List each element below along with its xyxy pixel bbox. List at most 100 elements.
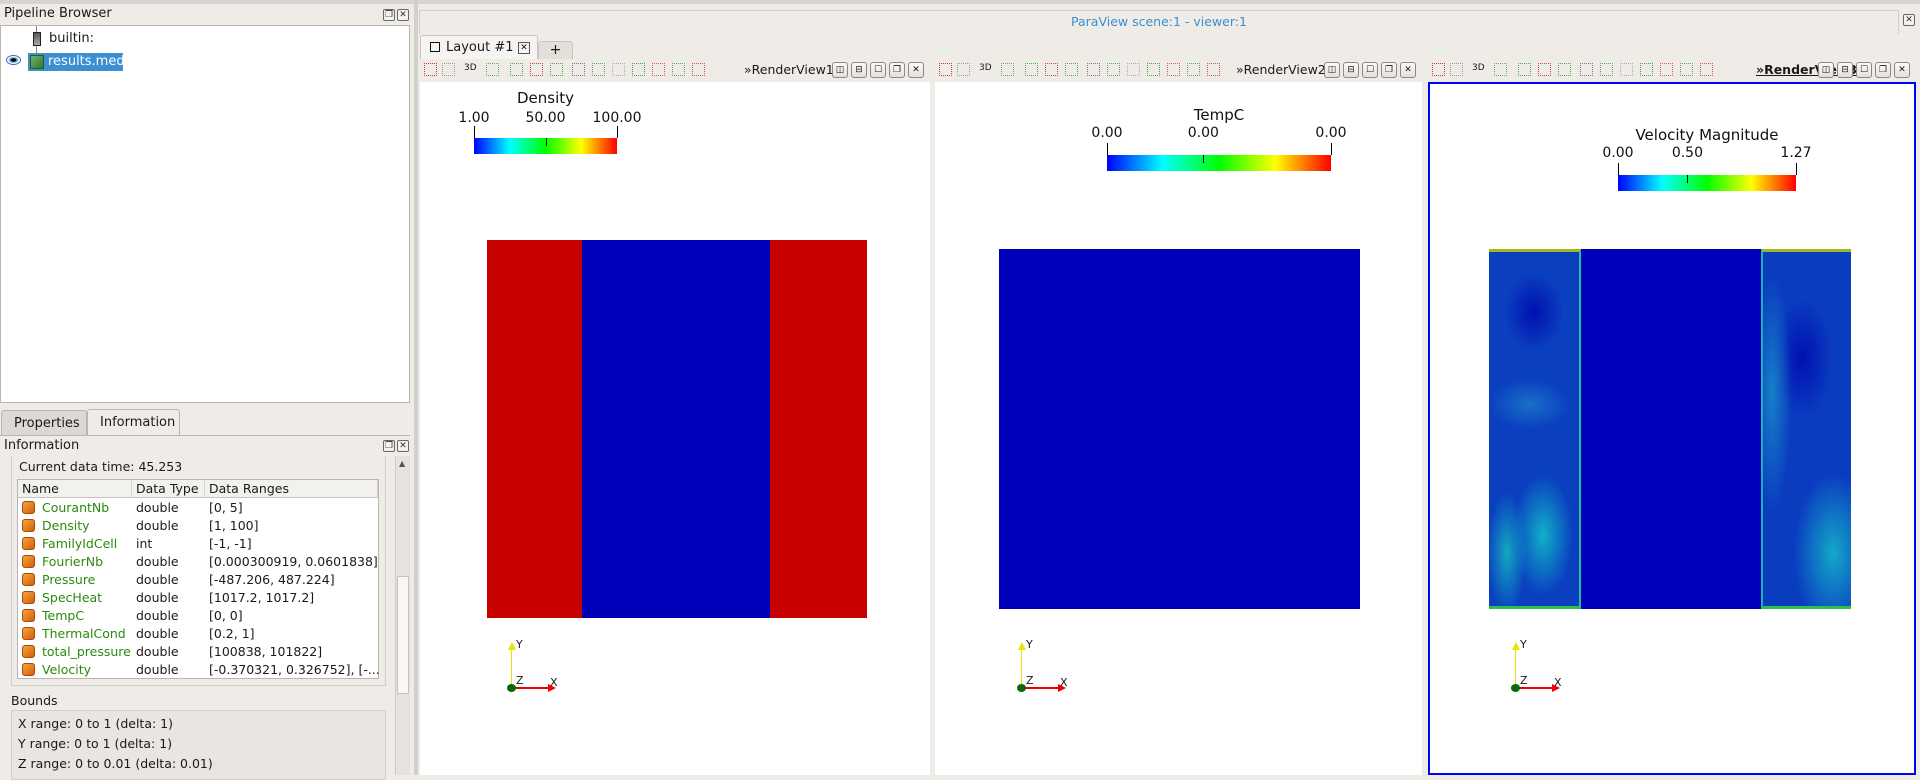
data-arrays-table[interactable]: Name Data Type Data Ranges CourantNb dou… bbox=[17, 479, 380, 679]
maximize-icon[interactable]: ☐ bbox=[1362, 62, 1378, 78]
clear-selection-icon[interactable] bbox=[692, 63, 705, 76]
select-points-icon[interactable] bbox=[530, 63, 543, 76]
tab-layout-1[interactable]: Layout #1 ✕ bbox=[420, 35, 538, 59]
information-title: Information bbox=[4, 438, 80, 453]
select-block-icon[interactable] bbox=[1558, 63, 1571, 76]
split-vertical-icon[interactable]: ⊟ bbox=[1837, 62, 1853, 78]
hover-cells-icon[interactable] bbox=[1187, 63, 1200, 76]
table-row[interactable]: CourantNb double [0, 5] bbox=[18, 499, 378, 517]
capture-icon[interactable] bbox=[1494, 63, 1507, 76]
select-points-icon[interactable] bbox=[1538, 63, 1551, 76]
tab-information[interactable]: Information bbox=[87, 409, 180, 436]
array-type: int bbox=[136, 536, 153, 551]
tree-item-label: results.med bbox=[48, 54, 125, 69]
table-row[interactable]: total_pressure double [100838, 101822] bbox=[18, 643, 378, 661]
hover-points-icon[interactable] bbox=[652, 63, 665, 76]
table-row[interactable]: FourierNb double [0.000300919, 0.0601838… bbox=[18, 553, 378, 571]
column-header-ranges[interactable]: Data Ranges bbox=[205, 480, 378, 498]
undock-icon[interactable]: ❐ bbox=[889, 62, 905, 78]
select-cells-icon[interactable] bbox=[1518, 63, 1531, 76]
close-icon[interactable]: ✕ bbox=[397, 440, 409, 452]
tab-properties[interactable]: Properties bbox=[1, 410, 87, 435]
split-horizontal-icon[interactable]: ◫ bbox=[1818, 62, 1834, 78]
select-cells-icon[interactable] bbox=[1025, 63, 1038, 76]
close-view-icon[interactable]: ✕ bbox=[1894, 62, 1910, 78]
polygon-select-icon[interactable] bbox=[1127, 63, 1140, 76]
y-axis-label: Y bbox=[1520, 638, 1527, 651]
hover-cells-icon[interactable] bbox=[1680, 63, 1693, 76]
close-view-icon[interactable]: ✕ bbox=[1400, 62, 1416, 78]
frustum-points-icon[interactable] bbox=[1107, 63, 1120, 76]
tree-item-results-med[interactable]: results.med bbox=[28, 53, 125, 71]
split-vertical-icon[interactable]: ⊟ bbox=[1343, 62, 1359, 78]
colorbar[interactable] bbox=[1107, 155, 1331, 171]
eye-icon[interactable] bbox=[6, 55, 21, 65]
toggle-3d-button[interactable]: 3D bbox=[464, 63, 477, 73]
column-header-type[interactable]: Data Type bbox=[132, 480, 205, 498]
array-name: Density bbox=[42, 518, 90, 533]
float-icon[interactable]: ❐ bbox=[383, 9, 395, 21]
close-icon[interactable]: ✕ bbox=[397, 9, 409, 21]
colorbar[interactable] bbox=[1618, 175, 1796, 191]
close-tab-icon[interactable]: ✕ bbox=[518, 42, 530, 54]
reset-camera-icon[interactable] bbox=[424, 63, 437, 76]
frustum-cells-icon[interactable] bbox=[1087, 63, 1100, 76]
hover-cells-icon[interactable] bbox=[672, 63, 685, 76]
close-viewer-icon[interactable]: ✕ bbox=[1903, 14, 1915, 26]
interactive-select-icon[interactable] bbox=[1147, 63, 1160, 76]
frustum-points-icon[interactable] bbox=[592, 63, 605, 76]
maximize-icon[interactable]: ☐ bbox=[870, 62, 886, 78]
split-horizontal-icon[interactable]: ◫ bbox=[832, 62, 848, 78]
array-type: double bbox=[136, 500, 179, 515]
select-points-icon[interactable] bbox=[1045, 63, 1058, 76]
close-view-icon[interactable]: ✕ bbox=[908, 62, 924, 78]
view-name[interactable]: »RenderView1 bbox=[744, 62, 834, 77]
capture-icon[interactable] bbox=[1001, 63, 1014, 76]
mesh-surface bbox=[999, 249, 1360, 609]
reset-camera-icon[interactable] bbox=[1432, 63, 1445, 76]
capture-icon[interactable] bbox=[486, 63, 499, 76]
undock-icon[interactable]: ❐ bbox=[1875, 62, 1891, 78]
table-row[interactable]: ThermalCond double [0.2, 1] bbox=[18, 625, 378, 643]
frustum-points-icon[interactable] bbox=[1600, 63, 1613, 76]
frustum-cells-icon[interactable] bbox=[1580, 63, 1593, 76]
toggle-3d-button[interactable]: 3D bbox=[1472, 63, 1485, 73]
interactive-select-icon[interactable] bbox=[1640, 63, 1653, 76]
scrollbar-thumb[interactable] bbox=[397, 576, 409, 694]
undock-icon[interactable]: ❐ bbox=[1381, 62, 1397, 78]
frustum-cells-icon[interactable] bbox=[572, 63, 585, 76]
polygon-select-icon[interactable] bbox=[612, 63, 625, 76]
select-block-icon[interactable] bbox=[550, 63, 563, 76]
table-row[interactable]: FamilyIdCell int [-1, -1] bbox=[18, 535, 378, 553]
hover-points-icon[interactable] bbox=[1167, 63, 1180, 76]
table-row[interactable]: Pressure double [-487.206, 487.224] bbox=[18, 571, 378, 589]
select-cells-icon[interactable] bbox=[510, 63, 523, 76]
tree-item-builtin[interactable]: builtin: bbox=[49, 31, 94, 46]
split-vertical-icon[interactable]: ⊟ bbox=[851, 62, 867, 78]
array-range: [1, 100] bbox=[209, 518, 259, 533]
interact-icon[interactable] bbox=[442, 63, 455, 76]
float-icon[interactable]: ❐ bbox=[383, 440, 395, 452]
column-header-name[interactable]: Name bbox=[18, 480, 132, 498]
toggle-3d-button[interactable]: 3D bbox=[979, 63, 992, 73]
table-row[interactable]: SpecHeat double [1017.2, 1017.2] bbox=[18, 589, 378, 607]
view-name[interactable]: »RenderView2 bbox=[1236, 62, 1326, 77]
clear-selection-icon[interactable] bbox=[1700, 63, 1713, 76]
table-row[interactable]: TempC double [0, 0] bbox=[18, 607, 378, 625]
polygon-select-icon[interactable] bbox=[1620, 63, 1633, 76]
interact-icon[interactable] bbox=[1450, 63, 1463, 76]
split-horizontal-icon[interactable]: ◫ bbox=[1324, 62, 1340, 78]
add-layout-tab[interactable]: + bbox=[538, 41, 573, 59]
reset-camera-icon[interactable] bbox=[939, 63, 952, 76]
interactive-select-icon[interactable] bbox=[632, 63, 645, 76]
clear-selection-icon[interactable] bbox=[1207, 63, 1220, 76]
table-row[interactable]: Density double [1, 100] bbox=[18, 517, 378, 535]
pipeline-tree[interactable]: builtin: results.med bbox=[0, 25, 410, 403]
interact-icon[interactable] bbox=[957, 63, 970, 76]
maximize-icon[interactable]: ☐ bbox=[1856, 62, 1872, 78]
splitter[interactable] bbox=[414, 0, 418, 775]
table-row[interactable]: Velocity double [-0.370321, 0.326752], [… bbox=[18, 661, 380, 679]
select-block-icon[interactable] bbox=[1065, 63, 1078, 76]
info-scrollbar[interactable]: ▲ bbox=[395, 456, 410, 775]
hover-points-icon[interactable] bbox=[1660, 63, 1673, 76]
